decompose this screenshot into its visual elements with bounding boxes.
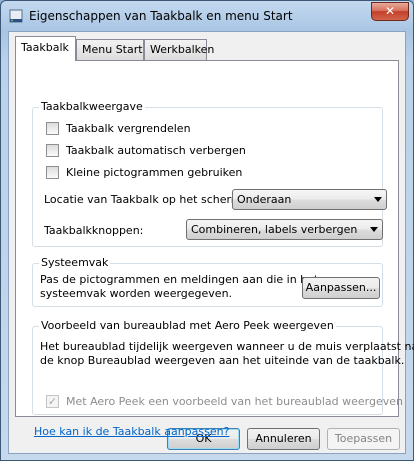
tab-menu-start[interactable]: Menu Start [76,39,144,60]
notification-description-line1: Pas de pictogrammen en meldingen aan die… [40,273,319,286]
aero-peek-checkbox[interactable]: ✓ [46,395,59,408]
apply-button[interactable]: Toepassen [327,428,400,450]
aero-peek-checkbox-label: Met Aero Peek een voorbeeld van het bure… [66,395,403,408]
taskbar-buttons-value: Combineren, labels verbergen [191,223,358,236]
check-icon: ✓ [47,395,58,408]
lock-taskbar-label: Taakbalk vergrendelen [66,122,191,135]
chevron-down-icon [374,197,382,202]
taskbar-buttons-label: Taakbalkknoppen: [44,224,144,237]
tab-label: Menu Start [82,43,143,56]
tab-werkbalken[interactable]: Werkbalken [144,39,214,60]
close-icon: ✕ [384,4,396,18]
window-title: Eigenschappen van Taakbalk en menu Start [29,9,293,23]
properties-window: Eigenschappen van Taakbalk en menu Start… [0,0,414,461]
group-title: Taakbalkweergave [39,100,145,113]
location-value: Onderaan [237,193,292,206]
location-select[interactable]: Onderaan [232,189,387,210]
tab-label: Taakbalk [21,41,69,54]
group-title: Voorbeeld van bureaublad met Aero Peek w… [39,319,336,332]
small-icons-checkbox[interactable] [46,166,59,179]
autohide-taskbar-label: Taakbalk automatisch verbergen [66,144,246,157]
help-link[interactable]: Hoe kan ik de Taakbalk aanpassen? [34,425,229,438]
tab-label: Werkbalken [150,43,215,56]
dialog-client-area: Taakbalk Menu Start Werkbalken Taakbalkw… [8,31,414,454]
taskbar-tab-panel: Taakbalkweergave Taakbalk vergrendelen T… [15,60,414,438]
cancel-button[interactable]: Annuleren [247,428,320,450]
notification-description-line2: systeemvak worden weergegeven. [40,287,233,300]
group-title: Systeemvak [39,256,111,269]
cancel-button-label: Annuleren [255,432,312,445]
tab-taakbalk[interactable]: Taakbalk [15,36,76,61]
aero-peek-description-line2: de knop Bureaublad weergeven aan het uit… [40,354,405,367]
customize-button[interactable]: Aanpassen... [302,277,380,299]
autohide-taskbar-checkbox[interactable] [46,144,59,157]
apply-button-label: Toepassen [334,432,393,445]
location-label: Locatie van Taakbalk op het scherm: [44,193,246,206]
chevron-down-icon [370,227,378,232]
taskbar-buttons-select[interactable]: Combineren, labels verbergen [186,219,383,240]
title-bar[interactable]: Eigenschappen van Taakbalk en menu Start… [1,1,413,31]
customize-button-label: Aanpassen... [305,281,377,294]
taskbar-app-icon [9,9,23,23]
aero-peek-description-line1: Het bureaublad tijdelijk weergeven wanne… [40,340,414,353]
close-button[interactable]: ✕ [371,2,409,21]
lock-taskbar-checkbox[interactable] [46,122,59,135]
small-icons-label: Kleine pictogrammen gebruiken [66,166,243,179]
